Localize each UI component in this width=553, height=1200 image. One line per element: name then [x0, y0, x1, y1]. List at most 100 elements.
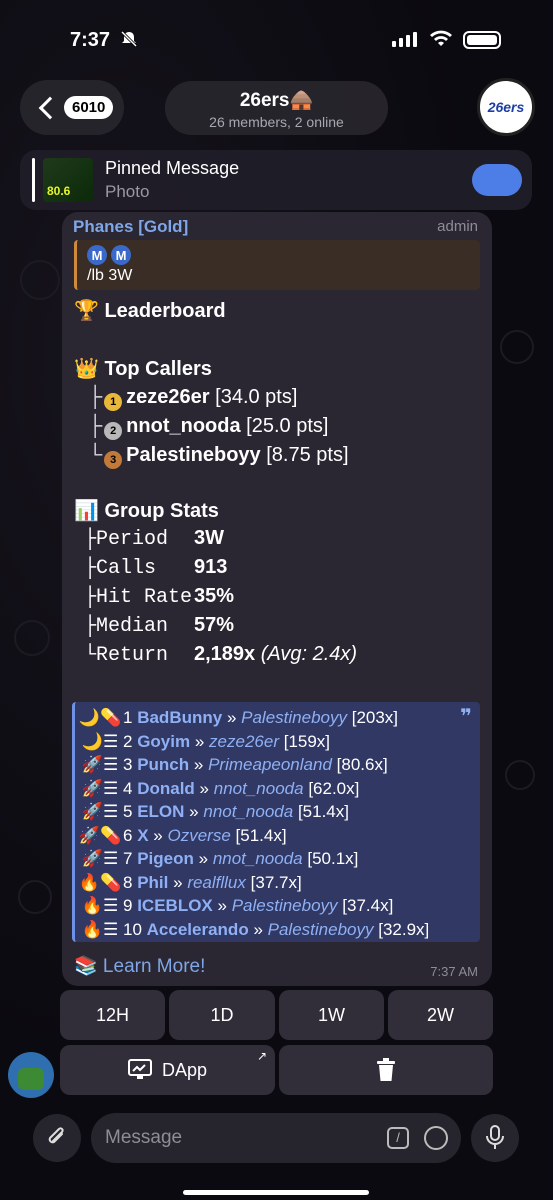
stat-key: Median	[96, 615, 169, 638]
message-time: 7:37 AM	[430, 964, 478, 979]
stat-row: ├Hit Rate35%	[84, 585, 234, 609]
call-separator: »	[173, 872, 183, 892]
voice-button[interactable]	[471, 1114, 519, 1162]
call-status-icons: 🚀☰	[81, 755, 119, 774]
tree-prefix: ├	[84, 557, 97, 580]
leaderboard-heading: 🏆 Leaderboard	[74, 300, 226, 322]
call-user-link[interactable]: Palestineboyy	[232, 896, 338, 915]
call-token-link[interactable]: Punch	[137, 755, 189, 774]
filter-button-2w[interactable]: 2W	[388, 990, 493, 1040]
tree-prefix: ├	[88, 415, 103, 437]
back-button[interactable]: 6010	[20, 80, 124, 135]
call-token-link[interactable]: Pigeon	[137, 849, 194, 868]
dapp-label: DApp	[161, 1059, 208, 1080]
call-rank: 1	[123, 708, 133, 727]
home-indicator	[183, 1190, 369, 1195]
sender-name[interactable]: Phanes [Gold]	[73, 217, 188, 237]
call-user-link[interactable]: nnot_nooda	[213, 849, 303, 868]
call-separator: »	[199, 778, 210, 798]
call-row: 🔥☰ 10 Accelerando » Palestineboyy [32.9x]	[77, 920, 429, 940]
pinned-title: Pinned Message	[105, 158, 240, 178]
stat-value: 57%	[194, 614, 235, 636]
pinned-message-bar[interactable]: 80.6 Pinned Message Photo	[20, 150, 532, 210]
call-user-link[interactable]: Ozverse	[167, 826, 230, 845]
call-status-icons: 🚀☰	[81, 778, 119, 798]
call-user-link[interactable]: zeze26er	[209, 732, 279, 751]
calls-quote-block: ❞ 🌙💊 1 BadBunny » Palestineboyy [203x] 🌙☰ 2…	[72, 702, 480, 942]
attach-button[interactable]	[33, 1114, 81, 1162]
group-avatar[interactable]: 26ers	[477, 78, 535, 136]
call-rank: 2	[123, 731, 133, 751]
pinned-thumbnail: 80.6	[43, 158, 93, 202]
chevron-left-icon	[38, 96, 62, 119]
call-token-link[interactable]: X	[137, 826, 148, 845]
call-status-icons: 🚀☰	[81, 849, 119, 868]
call-separator: »	[153, 825, 163, 845]
call-separator: »	[198, 849, 209, 868]
filter-button-1w[interactable]: 1W	[279, 990, 384, 1040]
pinned-indicator	[32, 158, 35, 202]
call-user-link[interactable]: nnot_nooda	[203, 802, 293, 821]
delete-button[interactable]	[279, 1045, 493, 1095]
message-input[interactable]	[105, 1113, 365, 1163]
call-status-icons: 🔥💊	[78, 872, 122, 892]
call-multiplier: [37.7x]	[250, 872, 302, 892]
caller-name: zeze26er	[126, 386, 210, 408]
call-rank: 4	[123, 778, 133, 798]
caller-row: ├ 1 zeze26er [34.0 pts]	[88, 386, 297, 411]
call-token-link[interactable]: Accelerando	[147, 920, 249, 939]
call-token-link[interactable]: Goyim	[137, 732, 190, 751]
reply-text: /lb 3W	[87, 267, 133, 284]
call-separator: »	[194, 731, 205, 751]
stat-row: ├Median 57%	[84, 614, 234, 638]
reply-badge: M	[87, 245, 107, 265]
call-user-link[interactable]: realfllux	[187, 873, 246, 892]
tree-prefix: ├	[84, 615, 97, 638]
dapp-button[interactable]: DApp ↗	[60, 1045, 275, 1095]
learn-more-link[interactable]: 📚 Learn More!	[74, 954, 205, 978]
stat-value: 35%	[194, 585, 235, 607]
call-token-link[interactable]: Phil	[137, 873, 168, 892]
filter-button-12h[interactable]: 12H	[60, 990, 165, 1040]
caller-name: nnot_nooda	[126, 415, 241, 437]
stat-extra: (Avg: 2.4x)	[260, 643, 358, 665]
call-user-link[interactable]: Palestineboyy	[241, 708, 347, 727]
filter-button-1d[interactable]: 1D	[169, 990, 275, 1040]
call-row: 🚀☰ 5 ELON » nnot_nooda [51.4x]	[77, 802, 349, 822]
reply-preview[interactable]: M M /lb 3W	[74, 240, 480, 290]
status-bar: 7:37	[0, 0, 553, 72]
avatar-text: 26ers	[487, 99, 525, 115]
call-rank: 9	[123, 896, 133, 915]
call-multiplier: [51.4x]	[235, 825, 287, 845]
doodle	[14, 620, 50, 656]
call-user-link[interactable]: nnot_nooda	[214, 779, 304, 798]
call-separator: »	[226, 708, 237, 727]
call-rank: 7	[123, 849, 133, 868]
call-user-link[interactable]: Primeapeonland	[208, 755, 332, 774]
stat-key: Hit Rate	[96, 586, 193, 609]
user-avatar[interactable]	[8, 1052, 54, 1098]
pinned-list-button[interactable]	[472, 164, 522, 196]
stat-key: Return	[96, 644, 169, 667]
message-input-box[interactable]: /	[91, 1113, 461, 1163]
call-user-link[interactable]: Palestineboyy	[268, 920, 374, 939]
chat-subtitle: 26 members, 2 online	[209, 114, 344, 130]
commands-icon[interactable]: /	[387, 1127, 409, 1149]
stat-row: ├Calls 913	[84, 556, 227, 580]
stat-row: └Return 2,189x (Avg: 2.4x)	[84, 643, 357, 667]
chat-title-area[interactable]: 26ers🛖 26 members, 2 online	[165, 81, 388, 135]
call-token-link[interactable]: ELON	[137, 802, 184, 821]
call-rank: 8	[123, 872, 133, 892]
call-token-link[interactable]: ICEBLOX	[137, 896, 213, 915]
status-time: 7:37	[70, 29, 111, 51]
tree-prefix: └	[88, 444, 103, 466]
call-multiplier: [62.0x]	[308, 778, 360, 798]
call-token-link[interactable]: Donald	[137, 779, 195, 798]
message-bubble[interactable]: Phanes [Gold] admin M M /lb 3W 🏆 Leaderb…	[62, 212, 492, 986]
call-status-icons: 🚀💊	[78, 825, 122, 845]
schedule-icon[interactable]	[424, 1126, 448, 1150]
call-row: 🚀☰ 3 Punch » Primeapeonland [80.6x]	[77, 755, 388, 775]
call-token-link[interactable]: BadBunny	[137, 708, 222, 727]
stat-key: Period	[96, 528, 169, 551]
call-multiplier: [50.1x]	[307, 849, 359, 868]
